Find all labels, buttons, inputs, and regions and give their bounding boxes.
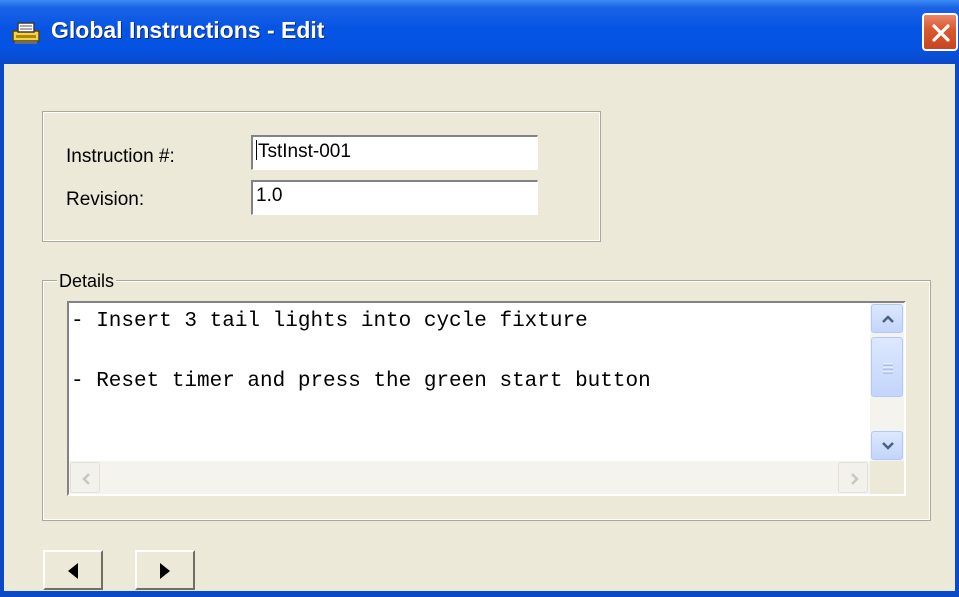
revision-label: Revision:	[66, 189, 145, 210]
text-caret	[256, 140, 257, 160]
details-legend: Details	[57, 271, 117, 292]
chevron-left-icon	[82, 473, 90, 485]
close-icon	[932, 24, 950, 42]
scroll-down-button[interactable]	[871, 431, 903, 460]
chevron-up-icon	[882, 315, 894, 323]
vertical-scrollbar[interactable]	[870, 303, 904, 461]
chevron-down-icon	[882, 442, 894, 450]
scrollbar-corner	[870, 461, 904, 494]
horizontal-scrollbar[interactable]	[69, 461, 870, 494]
instruction-number-value: TstInst-001	[258, 141, 351, 162]
previous-record-button[interactable]	[43, 550, 103, 590]
revision-field[interactable]: 1.0	[251, 180, 538, 215]
instruction-number-field[interactable]: TstInst-001	[251, 135, 538, 170]
grip-icon	[883, 363, 893, 374]
close-button[interactable]	[922, 13, 958, 51]
scroll-left-button[interactable]	[70, 462, 100, 493]
instruction-group-box	[42, 111, 601, 242]
scroll-up-button[interactable]	[871, 304, 903, 333]
details-text[interactable]: - Insert 3 tail lights into cycle fixtur…	[71, 307, 871, 463]
revision-value: 1.0	[256, 185, 283, 206]
window-title: Global Instructions - Edit	[51, 17, 325, 43]
details-memo[interactable]: - Insert 3 tail lights into cycle fixtur…	[67, 301, 906, 496]
next-record-button[interactable]	[135, 550, 195, 590]
window-frame-bottom	[0, 591, 959, 597]
scroll-right-button[interactable]	[838, 462, 868, 493]
window-frame-left	[0, 64, 4, 597]
details-line	[71, 337, 871, 367]
title-bar[interactable]: Global Instructions - Edit	[0, 0, 959, 64]
triangle-right-icon	[160, 563, 170, 579]
chevron-right-icon	[851, 473, 859, 485]
scroll-thumb[interactable]	[871, 337, 903, 397]
printer-app-icon	[12, 22, 40, 44]
window-frame-right	[955, 64, 959, 597]
instruction-number-label: Instruction #:	[66, 146, 175, 167]
triangle-left-icon	[68, 563, 78, 579]
details-line: - Insert 3 tail lights into cycle fixtur…	[71, 310, 588, 333]
edit-dialog: Global Instructions - Edit Instruction #…	[0, 0, 959, 597]
details-line: - Reset timer and press the green start …	[71, 370, 651, 393]
